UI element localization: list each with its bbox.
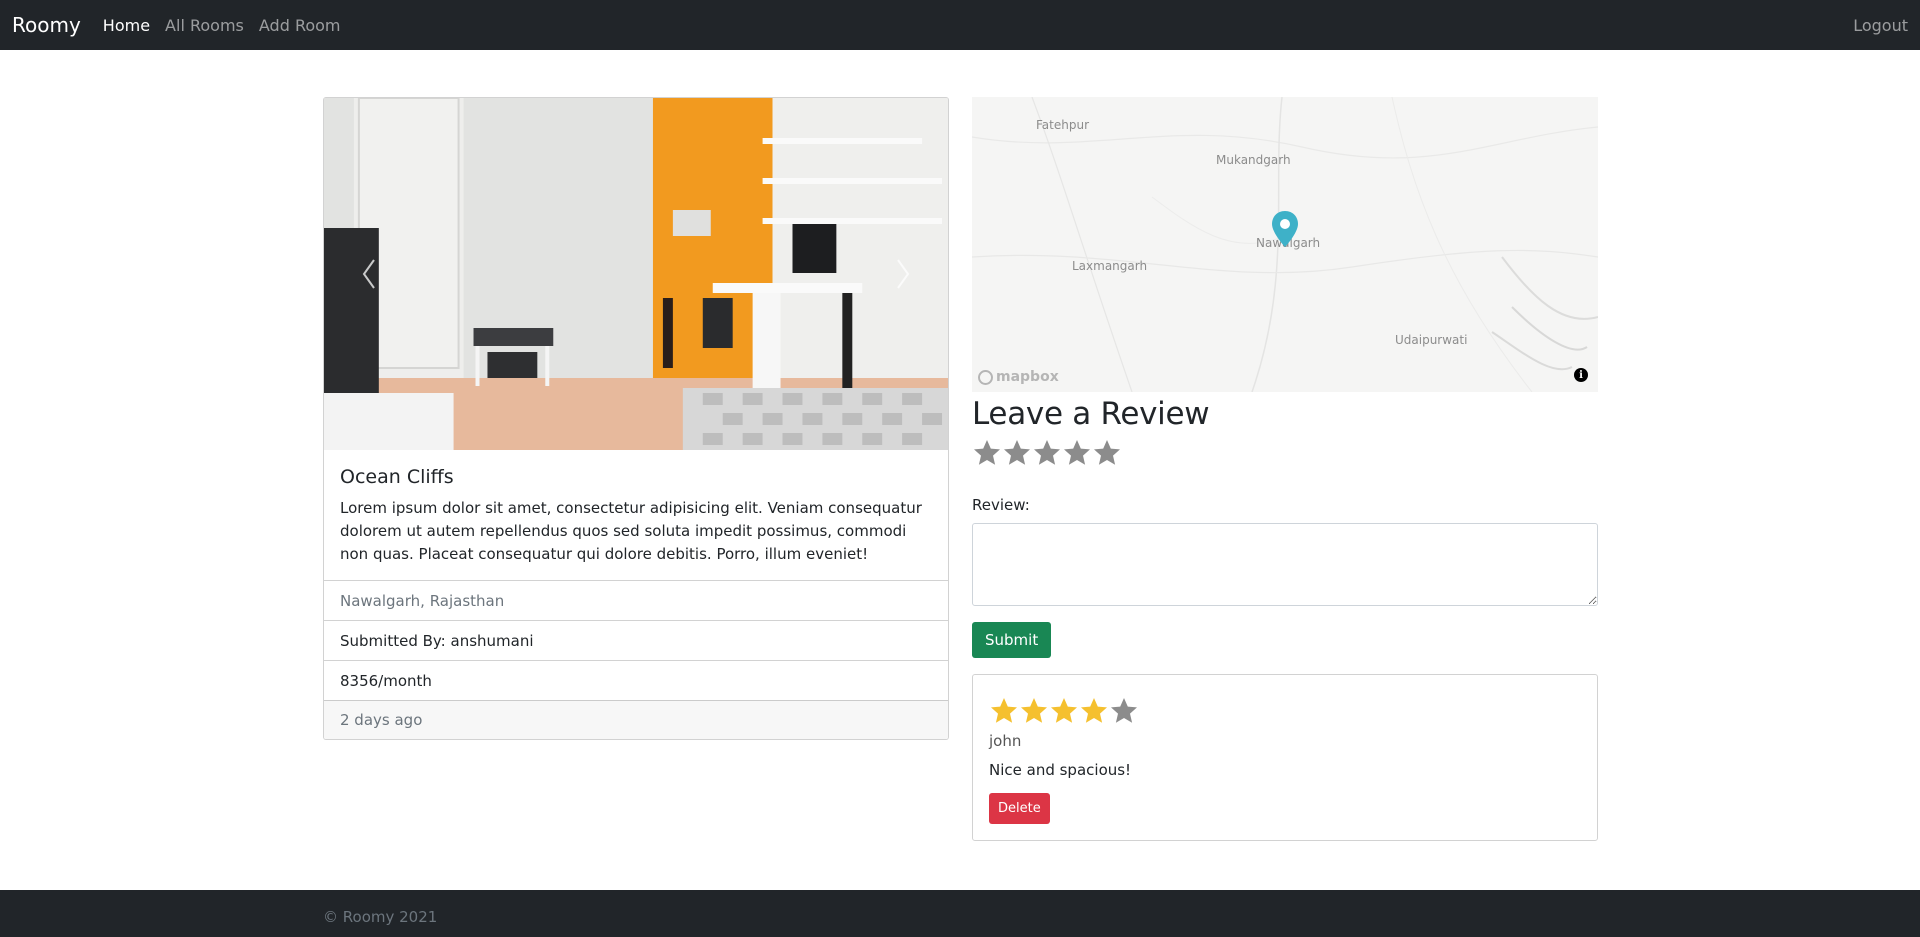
map-label-fatehpur: Fatehpur <box>1036 118 1090 132</box>
review-column: Fatehpur Mukandgarh Nawalgarh Laxmangarh… <box>972 97 1598 841</box>
nav-link-home[interactable]: Home <box>103 16 150 35</box>
map-label-laxmangarh: Laxmangarh <box>1072 259 1148 273</box>
room-submitted-by: Submitted By: anshumani <box>324 620 948 660</box>
mapbox-logo[interactable]: mapbox <box>978 369 1059 385</box>
room-image <box>324 98 948 450</box>
location-map[interactable]: Fatehpur Mukandgarh Nawalgarh Laxmangarh… <box>972 97 1598 392</box>
logout-link[interactable]: Logout <box>1853 16 1908 35</box>
rating-input <box>972 438 1598 468</box>
map-label-mukandgarh: Mukandgarh <box>1216 153 1291 167</box>
review-author: john <box>989 732 1022 750</box>
rating-input-star-icon-1[interactable] <box>972 438 1002 468</box>
navbar: Roomy Home All Rooms Add Room Logout <box>0 0 1920 50</box>
review-heading: Leave a Review <box>972 396 1210 432</box>
room-description: Lorem ipsum dolor sit amet, consectetur … <box>340 499 922 563</box>
map-marker-icon[interactable] <box>1271 210 1299 248</box>
room-price: 8356/month <box>324 660 948 700</box>
review-rating-star-icon-1 <box>991 698 1017 723</box>
review-rating-star-icon-4 <box>1081 698 1107 723</box>
footer: © Roomy 2021 <box>0 890 1920 937</box>
review-rating-star-icon-2 <box>1021 698 1047 723</box>
review-rating-star-icon-3 <box>1051 698 1077 723</box>
room-posted-time: 2 days ago <box>324 700 948 739</box>
room-card: Ocean Cliffs Lorem ipsum dolor sit amet,… <box>323 97 949 740</box>
review-text: Nice and spacious! <box>989 761 1132 779</box>
footer-copyright: © Roomy 2021 <box>323 908 438 926</box>
delete-review-button[interactable]: Delete <box>989 793 1050 824</box>
carousel-prev-button[interactable] <box>324 98 414 450</box>
nav-right: Logout <box>1853 16 1908 35</box>
review-rating <box>989 696 1581 726</box>
review-rating-star-icon-5 <box>1111 698 1137 723</box>
mapbox-logo-icon <box>978 369 993 385</box>
review-textarea[interactable] <box>972 523 1598 606</box>
chevron-right-icon <box>897 259 910 289</box>
room-carousel <box>324 98 948 450</box>
carousel-next-button[interactable] <box>858 98 948 450</box>
rating-input-star-icon-5[interactable] <box>1092 438 1122 468</box>
rating-input-star-icon-2[interactable] <box>1002 438 1032 468</box>
review-card: john Nice and spacious! Delete <box>972 674 1598 841</box>
room-card-body: Ocean Cliffs Lorem ipsum dolor sit amet,… <box>324 450 948 580</box>
rating-input-star-icon-4[interactable] <box>1062 438 1092 468</box>
map-label-udaipurwati: Udaipurwati <box>1395 333 1468 347</box>
submit-button[interactable]: Submit <box>972 622 1052 658</box>
rating-input-star-icon-3[interactable] <box>1032 438 1062 468</box>
info-icon[interactable]: i <box>1574 368 1588 382</box>
mapbox-logo-text: mapbox <box>996 369 1059 385</box>
room-title: Ocean Cliffs <box>340 466 454 488</box>
chevron-left-icon <box>362 259 375 289</box>
room-column: Ocean Cliffs Lorem ipsum dolor sit amet,… <box>323 97 949 841</box>
nav-link-add-room[interactable]: Add Room <box>259 16 341 35</box>
main-container: Ocean Cliffs Lorem ipsum dolor sit amet,… <box>323 97 1598 841</box>
brand-link[interactable]: Roomy <box>12 13 81 37</box>
nav-link-all-rooms[interactable]: All Rooms <box>165 16 244 35</box>
review-label: Review: <box>972 496 1030 514</box>
room-location: Nawalgarh, Rajasthan <box>324 580 948 620</box>
